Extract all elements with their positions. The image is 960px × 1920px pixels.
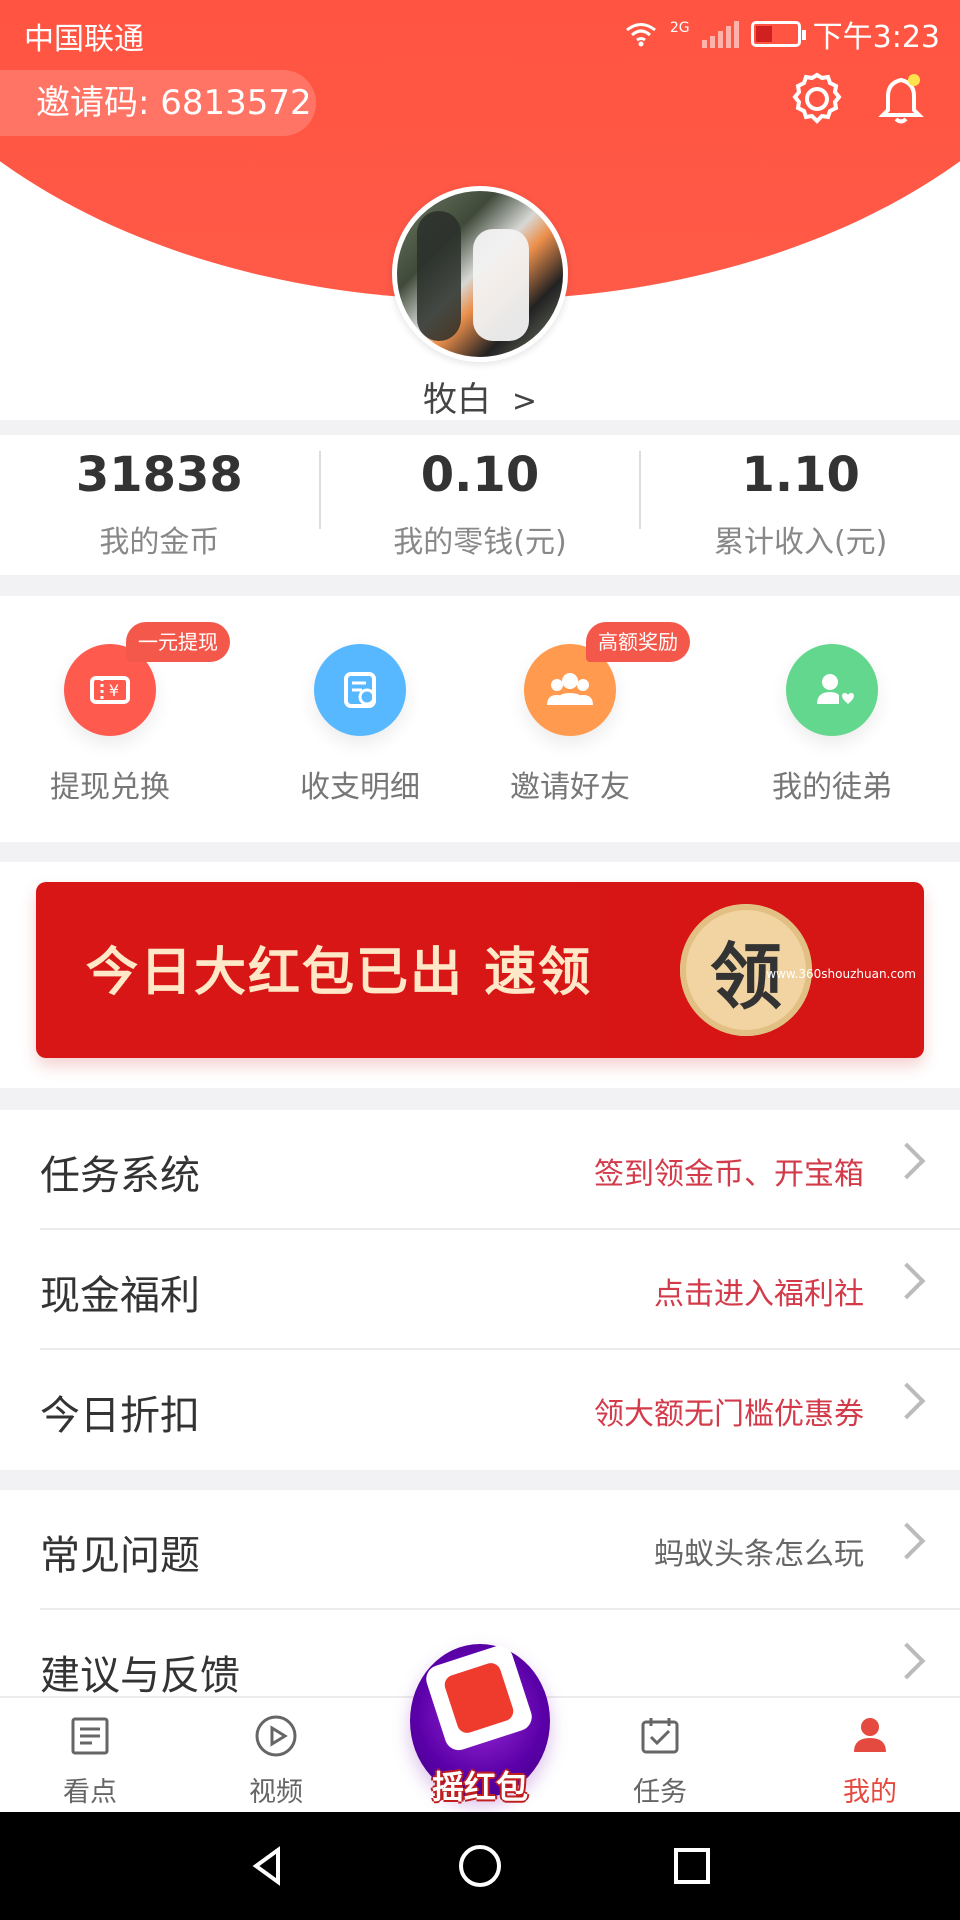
- cash-welfare-row[interactable]: 现金福利 点击进入福利社: [40, 1230, 960, 1350]
- chevron-right-icon: [888, 1522, 926, 1560]
- shake-red-packet-button[interactable]: 摇红包: [410, 1644, 550, 1806]
- ticket-icon: ¥: [90, 676, 130, 704]
- tab-mine[interactable]: 我的: [780, 1698, 960, 1814]
- status-indicators: 2G 下午3:23: [624, 12, 940, 56]
- withdraw-action[interactable]: ¥ 一元提现 提现兑换: [0, 596, 230, 842]
- tab-mine-label: 我的: [843, 1777, 897, 1808]
- status-bar: 中国联通 2G 下午3:23: [0, 0, 960, 64]
- task-system-subtitle: 签到领金币、开宝箱: [594, 1157, 864, 1192]
- chevron-right-icon: >: [511, 384, 537, 419]
- chevron-right-icon: [888, 1642, 926, 1680]
- profile-page: 中国联通 2G 下午3:23 邀请码: 6813572 牧白 > 31838 我…: [0, 0, 960, 1920]
- tab-tasks-label: 任务: [633, 1777, 687, 1808]
- promotion-section: 今日大红包已出 速领 领 www.360shouzhuan.com: [0, 862, 960, 1088]
- faq-row[interactable]: 常见问题 蚂蚁头条怎么玩: [40, 1490, 960, 1610]
- faq-title: 常见问题: [40, 1533, 200, 1579]
- apprentices-label: 我的徒弟: [772, 770, 892, 805]
- transactions-action[interactable]: 收支明细: [250, 596, 470, 842]
- recent-apps-icon[interactable]: [668, 1842, 716, 1890]
- wifi-icon: [625, 23, 656, 47]
- invite-code: 邀请码: 6813572: [36, 83, 312, 123]
- income-value: 1.10: [741, 447, 860, 503]
- shake-red-packet-label: 摇红包: [431, 1768, 528, 1806]
- apprentices-action[interactable]: 我的徒弟: [722, 596, 942, 842]
- balance-label: 我的零钱(元): [393, 525, 567, 560]
- transactions-label: 收支明细: [300, 770, 420, 805]
- username-link[interactable]: 牧白 >: [0, 372, 960, 421]
- menu-group-primary: 任务系统 签到领金币、开宝箱 现金福利 点击进入福利社 今日折扣 领大额无门槛优…: [0, 1110, 960, 1470]
- feedback-title: 建议与反馈: [40, 1653, 240, 1699]
- receipt-icon: [314, 644, 406, 736]
- invite-code-chip[interactable]: 邀请码: 6813572: [0, 70, 316, 136]
- receipt-icon: [344, 672, 376, 708]
- avatar[interactable]: [392, 186, 568, 362]
- carrier-name: 中国联通: [24, 22, 144, 57]
- calendar-check-icon: [641, 1718, 679, 1754]
- home-icon[interactable]: [456, 1842, 504, 1890]
- signal-icon: [701, 20, 739, 48]
- daily-discount-subtitle: 领大额无门槛优惠券: [594, 1397, 864, 1432]
- tab-news-label: 看点: [63, 1777, 117, 1808]
- red-packet-banner[interactable]: 今日大红包已出 速领 领 www.360shouzhuan.com: [36, 882, 924, 1058]
- income-label: 累计收入(元): [713, 525, 888, 560]
- chevron-right-icon: [888, 1382, 926, 1420]
- tab-tasks[interactable]: 任务: [570, 1698, 750, 1814]
- coin-stat[interactable]: 31838 我的金币: [0, 435, 319, 575]
- income-stat[interactable]: 1.10 累计收入(元): [641, 435, 960, 575]
- tab-video[interactable]: 视频: [186, 1698, 366, 1814]
- task-system-title: 任务系统: [40, 1153, 200, 1199]
- settings-button[interactable]: [786, 68, 848, 130]
- invite-friends-action[interactable]: 高额奖励 邀请好友: [460, 596, 690, 842]
- banner-text: 今日大红包已出 速领: [86, 943, 593, 1003]
- user-heart-icon: [817, 674, 854, 704]
- balance-value: 0.10: [420, 447, 540, 503]
- newspaper-icon: [71, 1717, 109, 1755]
- battery-icon: [750, 21, 806, 47]
- daily-discount-title: 今日折扣: [40, 1393, 200, 1439]
- username: 牧白: [423, 380, 492, 420]
- chevron-right-icon: [888, 1142, 926, 1180]
- play-icon: [255, 1715, 297, 1757]
- profile-header: 中国联通 2G 下午3:23 邀请码: 6813572 牧白 >: [0, 0, 960, 420]
- task-system-row[interactable]: 任务系统 签到领金币、开宝箱: [40, 1110, 960, 1230]
- coin-value: 31838: [75, 447, 243, 503]
- daily-discount-row[interactable]: 今日折扣 领大额无门槛优惠券: [40, 1350, 960, 1470]
- tab-video-label: 视频: [249, 1777, 303, 1808]
- android-navigation-bar: [0, 1812, 960, 1920]
- stats-summary: 31838 我的金币 0.10 我的零钱(元) 1.10 累计收入(元): [0, 435, 960, 575]
- watermark-text: www.360shouzhuan.com: [766, 967, 916, 981]
- cash-welfare-title: 现金福利: [40, 1273, 200, 1319]
- time: 下午3:23: [812, 20, 940, 55]
- user-heart-icon: [786, 644, 878, 736]
- balance-stat[interactable]: 0.10 我的零钱(元): [321, 435, 640, 575]
- gear-icon: [792, 72, 842, 124]
- network-type: 2G: [669, 20, 690, 36]
- svg-text:¥: ¥: [109, 681, 119, 700]
- users-icon: [547, 673, 593, 705]
- invite-badge: 高额奖励: [586, 622, 690, 662]
- withdraw-label: 提现兑换: [50, 770, 170, 805]
- bell-icon: [878, 74, 924, 124]
- faq-subtitle: 蚂蚁头条怎么玩: [654, 1537, 864, 1572]
- coin-label: 我的金币: [99, 525, 220, 560]
- tab-news[interactable]: 看点: [0, 1698, 180, 1814]
- profile-icon: [854, 1718, 886, 1752]
- quick-actions: ¥ 一元提现 提现兑换 收支明细 高额奖励 邀请好友 我的徒弟: [0, 596, 960, 842]
- back-icon[interactable]: [244, 1842, 292, 1890]
- notification-button[interactable]: [870, 68, 932, 130]
- chevron-right-icon: [888, 1262, 926, 1300]
- withdraw-badge: 一元提现: [126, 622, 230, 662]
- cash-welfare-subtitle: 点击进入福利社: [654, 1277, 864, 1312]
- invite-friends-label: 邀请好友: [510, 770, 630, 805]
